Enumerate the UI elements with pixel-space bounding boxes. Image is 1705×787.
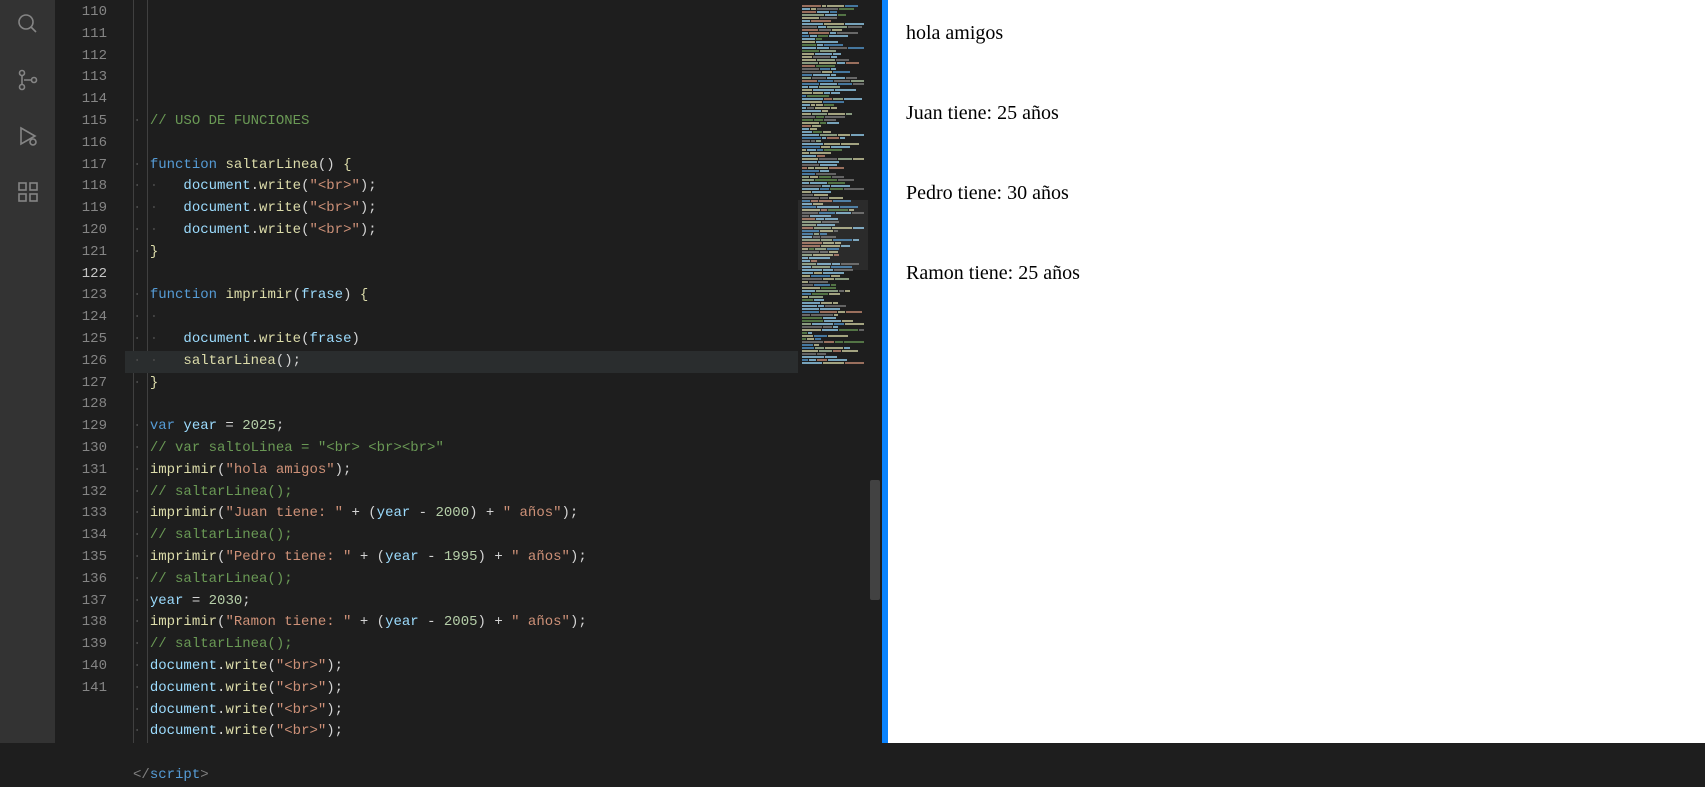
code-line[interactable]: · · saltarLinea();	[125, 351, 798, 373]
code-line[interactable]: · year = 2030;	[125, 591, 798, 613]
code-line[interactable]	[125, 394, 798, 416]
line-number: 138	[55, 612, 107, 634]
line-number: 122	[55, 264, 107, 286]
line-number: 114	[55, 89, 107, 111]
code-line[interactable]: · imprimir("Juan tiene: " + (year - 2000…	[125, 503, 798, 525]
minimap[interactable]	[798, 0, 868, 743]
code-line[interactable]	[125, 89, 798, 111]
line-number: 126	[55, 351, 107, 373]
code-line[interactable]: </script>	[125, 765, 798, 787]
code-line[interactable]: · imprimir("Pedro tiene: " + (year - 199…	[125, 547, 798, 569]
line-number: 117	[55, 155, 107, 177]
line-number: 136	[55, 569, 107, 591]
line-number: 140	[55, 656, 107, 678]
code-line[interactable]: · document.write("<br>");	[125, 678, 798, 700]
code-line[interactable]: · document.write("<br>");	[125, 700, 798, 722]
scrollbar-thumb[interactable]	[870, 480, 880, 600]
vertical-scrollbar[interactable]	[868, 0, 882, 743]
code-line[interactable]	[125, 133, 798, 155]
code-line[interactable]: · // saltarLinea();	[125, 482, 798, 504]
code-line[interactable]: · document.write("<br>");	[125, 656, 798, 678]
line-number: 131	[55, 460, 107, 482]
code-line[interactable]: · // saltarLinea();	[125, 525, 798, 547]
line-number: 110	[55, 2, 107, 24]
code-line[interactable]: · }	[125, 373, 798, 395]
line-number: 123	[55, 285, 107, 307]
code-line[interactable]	[125, 743, 798, 765]
code-line[interactable]: · imprimir("Ramon tiene: " + (year - 200…	[125, 612, 798, 634]
code-line[interactable]: · // var saltoLinea = "<br> <br><br>"	[125, 438, 798, 460]
source-control-icon[interactable]	[14, 66, 42, 94]
code-line[interactable]: · · document.write("<br>");	[125, 198, 798, 220]
line-number: 118	[55, 176, 107, 198]
minimap-viewport[interactable]	[798, 200, 868, 270]
line-number: 119	[55, 198, 107, 220]
line-number: 124	[55, 307, 107, 329]
line-number: 112	[55, 46, 107, 68]
code-line[interactable]: · var year = 2025;	[125, 416, 798, 438]
code-line[interactable]: · }	[125, 242, 798, 264]
line-number: 139	[55, 634, 107, 656]
code-editor[interactable]: 1101111121131141151161171181191201211221…	[55, 0, 882, 743]
output-line: Pedro tiene: 30 años	[906, 180, 1687, 206]
line-number: 134	[55, 525, 107, 547]
code-line[interactable]: · ·	[125, 307, 798, 329]
line-number: 113	[55, 67, 107, 89]
line-number: 125	[55, 329, 107, 351]
code-line[interactable]: · · document.write("<br>");	[125, 176, 798, 198]
activity-bar	[0, 0, 55, 743]
code-line[interactable]: · // saltarLinea();	[125, 634, 798, 656]
line-number: 115	[55, 111, 107, 133]
line-number: 130	[55, 438, 107, 460]
line-number: 120	[55, 220, 107, 242]
line-number: 127	[55, 373, 107, 395]
code-line[interactable]: · // saltarLinea();	[125, 569, 798, 591]
code-content[interactable]: · // USO DE FUNCIONES · function saltarLi…	[125, 0, 798, 743]
code-line[interactable]	[125, 264, 798, 286]
line-number: 121	[55, 242, 107, 264]
code-line[interactable]: · function saltarLinea() {	[125, 155, 798, 177]
line-number: 133	[55, 503, 107, 525]
browser-preview-pane: hola amigos Juan tiene: 25 años Pedro tien…	[888, 0, 1705, 743]
output-line: hola amigos	[906, 20, 1687, 46]
line-number: 111	[55, 24, 107, 46]
output-line: Ramon tiene: 25 años	[906, 260, 1687, 286]
line-number: 128	[55, 394, 107, 416]
search-icon[interactable]	[14, 10, 42, 38]
output-line: Juan tiene: 25 años	[906, 100, 1687, 126]
line-number: 135	[55, 547, 107, 569]
line-number-gutter: 1101111121131141151161171181191201211221…	[55, 0, 125, 743]
line-number: 137	[55, 591, 107, 613]
code-line[interactable]: · function imprimir(frase) {	[125, 285, 798, 307]
code-line[interactable]: · · document.write(frase)	[125, 329, 798, 351]
code-line[interactable]: · document.write("<br>");	[125, 721, 798, 743]
line-number: 141	[55, 678, 107, 700]
run-debug-icon[interactable]	[14, 122, 42, 150]
extensions-icon[interactable]	[14, 178, 42, 206]
code-line[interactable]: · imprimir("hola amigos");	[125, 460, 798, 482]
line-number: 129	[55, 416, 107, 438]
code-line[interactable]: · // USO DE FUNCIONES	[125, 111, 798, 133]
line-number: 116	[55, 133, 107, 155]
line-number: 132	[55, 482, 107, 504]
code-line[interactable]: · · document.write("<br>");	[125, 220, 798, 242]
